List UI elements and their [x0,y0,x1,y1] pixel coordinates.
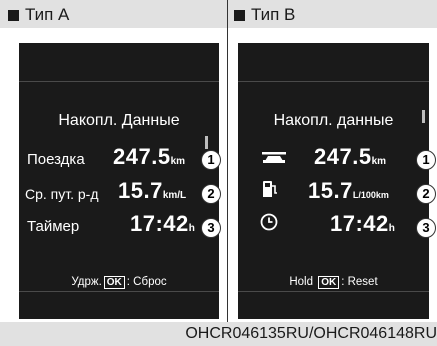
marker-3-type-a: 3 [201,218,221,238]
marker-3-type-b: 3 [416,218,436,238]
marker-1-type-a: 1 [201,150,221,170]
type-b-heading: Тип B [234,5,295,25]
trip-distance-unit: km [170,156,186,167]
scroll-indicator [422,110,425,123]
type-a-heading: Тип A [8,5,69,25]
fuel-pump-icon [263,181,277,197]
trip-distance-unit: km [371,156,387,167]
ok-button-icon: OK [318,276,340,289]
square-bullet-icon [234,9,245,21]
reset-hint-suffix: : Reset [341,276,378,288]
avg-consumption-value: 15.7 [118,178,163,203]
figure-code: OHCR046135RU/OHCR046148RU [185,325,437,342]
reset-hint-prefix: Удрж. [71,276,102,288]
trip-distance-value: 247.5 [314,144,372,169]
marker-2-type-b: 2 [416,184,436,204]
avg-consumption: 15.7L/100km [308,178,389,204]
timer: 17:42h [130,211,195,237]
clock-icon [260,213,278,231]
avg-consumption-unit: km/L [162,190,187,201]
car-icon [262,152,286,163]
reset-hint: Удрж. OK: Сброс [19,276,219,289]
avg-consumption-value: 15.7 [308,178,353,203]
trip-label: Поездка [27,151,85,168]
trip-distance-value: 247.5 [113,144,171,169]
timer-unit: h [188,223,195,234]
reset-hint-prefix: Hold [289,276,313,288]
type-a-label: Тип A [25,5,70,24]
timer-unit: h [388,223,395,234]
screen-separator [19,291,219,292]
square-bullet-icon [8,9,19,21]
reset-hint: Hold OK: Reset [238,276,429,289]
avg-consumption: 15.7km/L [118,178,186,204]
timer: 17:42h [330,211,395,237]
cluster-screen-type-b: Накопл. данные 247.5km 15.7L/100km 17:42… [238,43,429,319]
marker-1-type-b: 1 [416,150,436,170]
ok-button-icon: OK [103,276,125,289]
reset-hint-suffix: : Сброс [126,276,167,288]
screen-separator [238,81,429,82]
timer-label: Таймер [27,218,80,235]
screen-separator [238,291,429,292]
trip-distance: 247.5km [314,144,386,170]
scroll-indicator [205,136,208,149]
panel-divider [227,0,228,322]
avg-consumption-unit: L/100km [352,190,389,200]
accumulated-data-title: Накопл. данные [273,112,394,129]
footer-band: OHCR046135RU/OHCR046148RU [0,322,437,346]
type-b-label: Тип B [251,5,296,24]
marker-2-type-a: 2 [201,184,221,204]
timer-value: 17:42 [130,211,189,236]
timer-value: 17:42 [330,211,389,236]
trip-distance: 247.5km [113,144,185,170]
screen-separator [19,81,219,82]
cluster-screen-type-a: Накопл. Данные Поездка 247.5km Ср. пут. … [19,43,219,319]
avg-consumption-label: Ср. пут. р-д [25,186,99,202]
accumulated-data-title: Накопл. Данные [58,112,180,129]
